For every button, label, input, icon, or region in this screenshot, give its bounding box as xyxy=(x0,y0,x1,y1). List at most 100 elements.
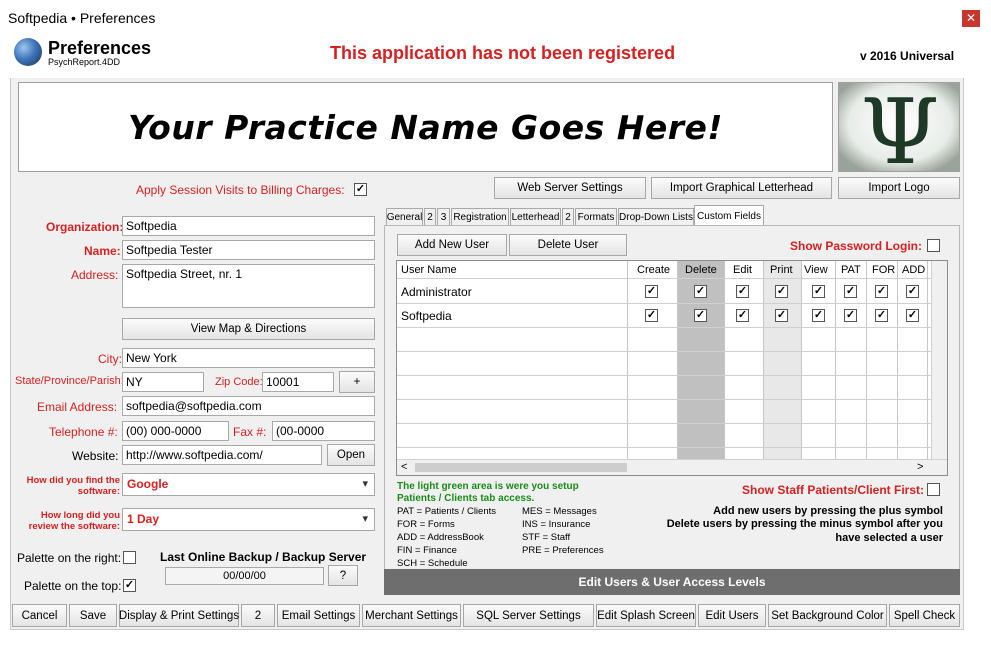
scroll-right-icon[interactable]: > xyxy=(917,461,923,473)
tab-custom-fields[interactable]: Custom Fields xyxy=(694,205,764,226)
apply-session-checkbox[interactable]: ✓ xyxy=(354,183,367,196)
tab-letterhead[interactable]: Letterhead xyxy=(510,208,561,226)
backup-date-field: 00/00/00 xyxy=(165,567,324,585)
add-zip-button[interactable]: + xyxy=(339,371,375,393)
delete-checkbox[interactable]: ✓ xyxy=(694,309,707,322)
review-software-label-line1: How long did you xyxy=(40,510,120,521)
column-header-create: Create xyxy=(637,264,671,276)
view-checkbox[interactable]: ✓ xyxy=(812,309,825,322)
tab-general[interactable]: General xyxy=(386,208,423,226)
organization-field[interactable]: Softpedia xyxy=(122,216,375,236)
scroll-left-icon[interactable]: < xyxy=(401,461,407,473)
found-software-label-line1: How did you find the xyxy=(26,475,120,486)
edit-checkbox[interactable]: ✓ xyxy=(736,309,749,322)
palette-top-checkbox[interactable]: ✓ xyxy=(123,579,136,592)
open-website-button[interactable]: Open xyxy=(327,444,375,466)
state-field[interactable]: NY xyxy=(122,372,204,392)
globe-icon xyxy=(14,38,42,66)
palette-right-checkbox[interactable] xyxy=(123,551,136,564)
close-button[interactable]: ✕ xyxy=(962,10,980,27)
horizontal-scrollbar[interactable]: < > xyxy=(397,459,947,475)
edit-users-access-button[interactable]: Edit Users & User Access Levels xyxy=(384,569,960,595)
set-background-color-button[interactable]: Set Background Color xyxy=(768,604,887,627)
legend-pre: PRE = Preferences xyxy=(522,545,604,556)
add-user-button[interactable]: Add New User xyxy=(397,234,507,256)
backup-help-button[interactable]: ? xyxy=(328,565,358,586)
user-name-cell: Softpedia xyxy=(401,309,452,323)
sql-server-settings-button[interactable]: SQL Server Settings xyxy=(463,604,594,627)
tab-3[interactable]: 3 xyxy=(437,208,450,226)
apply-session-label: Apply Session Visits to Billing Charges: xyxy=(136,183,345,197)
fax-field[interactable]: (00-0000 xyxy=(272,421,375,441)
psi-glyph: Ψ xyxy=(861,83,940,172)
review-software-value: 1 Day xyxy=(127,512,160,526)
name-label: Name: xyxy=(84,244,121,258)
state-label: State/Province/Parish: xyxy=(15,375,124,387)
column-header-pat: PAT xyxy=(841,264,861,276)
add-checkbox[interactable]: ✓ xyxy=(906,309,919,322)
web-server-settings-button[interactable]: Web Server Settings xyxy=(494,177,646,199)
scroll-thumb[interactable] xyxy=(415,463,627,472)
print-checkbox[interactable]: ✓ xyxy=(775,309,788,322)
tab-drop-down-lists[interactable]: Drop-Down Lists xyxy=(618,208,694,226)
zip-field[interactable]: 10001 xyxy=(262,372,334,392)
zip-label: Zip Code: xyxy=(215,376,263,388)
for-checkbox[interactable]: ✓ xyxy=(875,285,888,298)
spell-check-button[interactable]: Spell Check xyxy=(889,604,960,627)
palette-top-label: Palette on the top: xyxy=(24,579,122,593)
import-letterhead-button[interactable]: Import Graphical Letterhead xyxy=(651,177,832,199)
column-header-user-name: User Name xyxy=(401,264,457,276)
delete-checkbox[interactable]: ✓ xyxy=(694,285,707,298)
address-field[interactable]: Softpedia Street, nr. 1 xyxy=(122,264,375,308)
edit-splash-screen-button[interactable]: Edit Splash Screen xyxy=(596,604,696,627)
import-logo-button[interactable]: Import Logo xyxy=(838,177,960,199)
website-field[interactable]: http://www.softpedia.com/ xyxy=(122,445,322,465)
cancel-button[interactable]: Cancel xyxy=(12,604,67,627)
website-label: Website: xyxy=(72,449,119,463)
display-print-settings-button[interactable]: Display & Print Settings xyxy=(119,604,239,627)
show-password-label: Show Password Login: xyxy=(790,239,923,253)
show-password-checkbox[interactable] xyxy=(927,239,940,252)
vertical-scrollbar[interactable] xyxy=(931,261,947,461)
found-software-select[interactable]: Google ▾ xyxy=(122,473,375,496)
delete-user-button[interactable]: Delete User xyxy=(509,234,627,256)
edit-users-button[interactable]: Edit Users xyxy=(698,604,766,627)
organization-label: Organization: xyxy=(46,220,124,234)
view-checkbox[interactable]: ✓ xyxy=(812,285,825,298)
legend-fin: FIN = Finance xyxy=(397,545,457,556)
review-software-label: How long did you review the software: xyxy=(22,510,120,532)
edit-checkbox[interactable]: ✓ xyxy=(736,285,749,298)
print-checkbox[interactable]: ✓ xyxy=(775,285,788,298)
display-print-settings-2-button[interactable]: 2 xyxy=(241,604,275,627)
user-name-cell: Administrator xyxy=(401,285,472,299)
email-settings-button[interactable]: Email Settings xyxy=(277,604,360,627)
pat-checkbox[interactable]: ✓ xyxy=(844,309,857,322)
registration-warning: This application has not been registered xyxy=(330,43,676,63)
create-checkbox[interactable]: ✓ xyxy=(645,309,658,322)
tab-formats[interactable]: Formats xyxy=(575,208,617,226)
tab-2[interactable]: 2 xyxy=(424,208,436,226)
view-map-button[interactable]: View Map & Directions xyxy=(122,318,375,340)
email-field[interactable]: softpedia@softpedia.com xyxy=(122,396,375,416)
show-staff-checkbox[interactable] xyxy=(927,483,940,496)
found-software-label-line2: software: xyxy=(77,486,120,497)
merchant-settings-button[interactable]: Merchant Settings xyxy=(362,604,461,627)
help-text-selected: have selected a user xyxy=(835,532,943,544)
tab-letterhead-2[interactable]: 2 xyxy=(562,208,574,226)
review-software-select[interactable]: 1 Day ▾ xyxy=(122,508,375,531)
tab-registration[interactable]: Registration xyxy=(451,208,509,226)
for-checkbox[interactable]: ✓ xyxy=(875,309,888,322)
telephone-field[interactable]: (00) 000-0000 xyxy=(122,421,229,441)
legend-stf: STF = Staff xyxy=(522,532,571,543)
pat-checkbox[interactable]: ✓ xyxy=(844,285,857,298)
save-button[interactable]: Save xyxy=(69,604,117,627)
add-checkbox[interactable]: ✓ xyxy=(906,285,919,298)
city-field[interactable]: New York xyxy=(122,348,375,368)
backup-label: Last Online Backup / Backup Server xyxy=(160,550,367,564)
create-checkbox[interactable]: ✓ xyxy=(645,285,658,298)
name-field[interactable]: Softpedia Tester xyxy=(122,240,375,260)
column-header-for: FOR xyxy=(872,264,896,276)
logo-image: Ψ xyxy=(838,82,960,172)
palette-right-label: Palette on the right: xyxy=(17,551,122,565)
green-area-note-1: The light green area is were you setup xyxy=(397,481,579,492)
